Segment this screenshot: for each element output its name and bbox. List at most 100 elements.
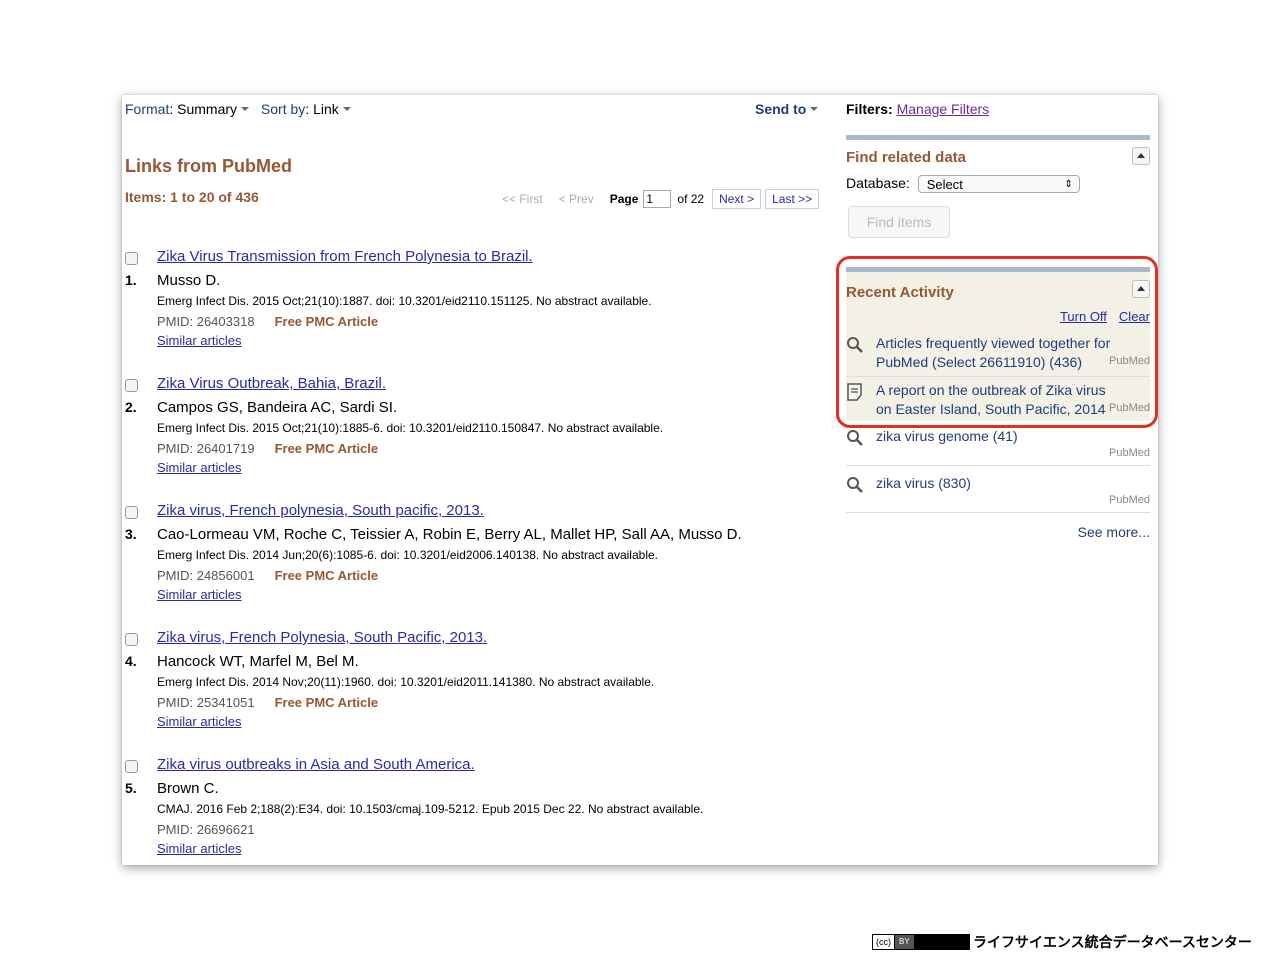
result-citation: Emerg Infect Dis. 2015 Oct;21(10):1887. … (157, 294, 652, 308)
result-citation: Emerg Infect Dis. 2014 Nov;20(11):1960. … (157, 675, 655, 689)
result-number: 1. (125, 272, 137, 288)
find-related-title: Find related data (846, 149, 967, 166)
recent-activity-item[interactable]: zika virus genome (41) PubMed (846, 427, 1150, 463)
divider (846, 512, 1150, 513)
search-icon (847, 430, 863, 446)
send-to-menu[interactable]: Send to (755, 101, 826, 117)
recent-activity-source: PubMed (1109, 447, 1150, 459)
result-title-link[interactable]: Zika Virus Outbreak, Bahia, Brazil. (157, 375, 386, 392)
cc-label: (cc) (873, 935, 895, 949)
result-item: 1. Zika Virus Transmission from French P… (125, 248, 825, 375)
organization-name: ライフサイエンス統合データベースセンター (973, 934, 1252, 950)
items-count: Items: 1 to 20 of 436 (125, 189, 259, 205)
updown-arrows-icon: ⇕ (1064, 179, 1073, 191)
recent-activity-item[interactable]: zika virus (830) PubMed (846, 474, 1150, 510)
result-title-link[interactable]: Zika virus, French Polynesia, South Paci… (157, 629, 487, 646)
result-citation: Emerg Infect Dis. 2014 Jun;20(6):1085-6.… (157, 548, 658, 562)
footer-credit: (cc) BY ライフサイエンス統合データベースセンター (872, 932, 1252, 952)
last-page-button[interactable]: Last >> (765, 189, 820, 209)
similar-articles-link[interactable]: Similar articles (157, 333, 242, 348)
chevron-down-icon (241, 107, 250, 112)
pmid-text: PMID: 25341051 (157, 695, 255, 710)
result-checkbox[interactable] (125, 252, 138, 265)
page-number-input[interactable] (643, 190, 672, 208)
format-label: Format (125, 101, 170, 117)
result-item: 3. Zika virus, French polynesia, South p… (125, 502, 825, 629)
result-number: 4. (125, 653, 137, 669)
result-number: 5. (125, 780, 137, 796)
panel-divider (846, 135, 1150, 140)
next-page-button[interactable]: Next > (712, 189, 762, 209)
filters-row: Filters: Manage Filters (846, 101, 989, 117)
result-pmid: PMID: 26403318 Free PMC Article (157, 314, 378, 329)
pubmed-results-card: Format: Summary Sort by: Link Send to Li… (122, 95, 1158, 865)
find-items-button[interactable]: Find items (848, 206, 950, 238)
result-item: 4. Zika virus, French Polynesia, South P… (125, 629, 825, 756)
format-value: Summary (177, 101, 238, 117)
result-item: 2. Zika Virus Outbreak, Bahia, Brazil. C… (125, 375, 825, 502)
recent-activity-text: zika virus (830) (876, 475, 971, 491)
free-pmc-article-link[interactable]: Free PMC Article (275, 695, 379, 710)
page-label: Page (609, 192, 639, 206)
sort-menu[interactable]: Sort by: Link (261, 101, 359, 117)
pmid-text: PMID: 26401719 (157, 441, 255, 456)
free-pmc-article-link[interactable]: Free PMC Article (275, 314, 379, 329)
sort-value: Link (313, 101, 339, 117)
result-authors: Brown C. (157, 780, 219, 797)
free-pmc-article-link[interactable]: Free PMC Article (275, 441, 379, 456)
similar-articles-link[interactable]: Similar articles (157, 460, 242, 475)
prev-page-link[interactable]: < Prev (559, 192, 594, 206)
result-checkbox[interactable] (125, 633, 138, 646)
recent-activity-source: PubMed (1109, 494, 1150, 506)
similar-articles-link[interactable]: Similar articles (157, 841, 242, 856)
pmid-text: PMID: 24856001 (157, 568, 255, 583)
result-authors: Hancock WT, Marfel M, Bel M. (157, 653, 359, 670)
display-toolbar: Format: Summary Sort by: Link (125, 101, 359, 117)
page-title: Links from PubMed (125, 156, 293, 176)
result-checkbox[interactable] (125, 760, 138, 773)
pagination: << First < Prev Page of 22 Next > Last >… (502, 189, 823, 209)
divider (846, 465, 1150, 466)
search-icon (847, 477, 863, 493)
result-number: 3. (125, 526, 137, 542)
database-label: Database: (846, 175, 910, 191)
similar-articles-link[interactable]: Similar articles (157, 587, 242, 602)
chevron-down-icon (342, 107, 351, 112)
cc-by-license-badge: (cc) BY (872, 934, 970, 950)
recent-activity-text: zika virus genome (41) (876, 428, 1018, 444)
result-number: 2. (125, 399, 137, 415)
result-pmid: PMID: 25341051 Free PMC Article (157, 695, 378, 710)
result-authors: Campos GS, Bandeira AC, Sardi SI. (157, 399, 398, 416)
result-pmid: PMID: 26696621 (157, 822, 255, 837)
see-more-link[interactable]: See more... (1078, 524, 1150, 540)
manage-filters-link[interactable]: Manage Filters (897, 101, 990, 117)
result-authors: Musso D. (157, 272, 221, 289)
database-select-value: Select (926, 177, 963, 193)
result-item: 5. Zika virus outbreaks in Asia and Sout… (125, 756, 825, 883)
collapse-icon[interactable] (1132, 147, 1150, 165)
result-pmid: PMID: 26401719 Free PMC Article (157, 441, 378, 456)
result-authors: Cao-Lormeau VM, Roche C, Teissier A, Rob… (157, 526, 742, 543)
result-title-link[interactable]: Zika virus outbreaks in Asia and South A… (157, 756, 475, 773)
chevron-down-icon (810, 107, 819, 112)
format-menu[interactable]: Format: Summary (125, 101, 257, 117)
similar-articles-link[interactable]: Similar articles (157, 714, 242, 729)
results-list: 1. Zika Virus Transmission from French P… (125, 248, 825, 883)
database-select[interactable]: Select ⇕ (917, 175, 1080, 194)
filters-label: Filters: (846, 101, 893, 117)
result-checkbox[interactable] (125, 506, 138, 519)
page-total: of 22 (677, 192, 705, 206)
result-title-link[interactable]: Zika virus, French polynesia, South paci… (157, 502, 484, 519)
first-page-link[interactable]: << First (502, 192, 543, 206)
sort-label: Sort by (260, 101, 306, 117)
result-checkbox[interactable] (125, 379, 138, 392)
result-citation: Emerg Infect Dis. 2015 Oct;21(10):1885-6… (157, 421, 664, 435)
database-row: Database: Select ⇕ (846, 175, 1080, 194)
send-to-label: Send to (755, 101, 807, 117)
pmid-text: PMID: 26696621 (157, 822, 255, 837)
pmid-text: PMID: 26403318 (157, 314, 255, 329)
free-pmc-article-link[interactable]: Free PMC Article (275, 568, 379, 583)
result-pmid: PMID: 24856001 Free PMC Article (157, 568, 378, 583)
result-title-link[interactable]: Zika Virus Transmission from French Poly… (157, 248, 533, 265)
result-citation: CMAJ. 2016 Feb 2;188(2):E34. doi: 10.150… (157, 802, 704, 816)
